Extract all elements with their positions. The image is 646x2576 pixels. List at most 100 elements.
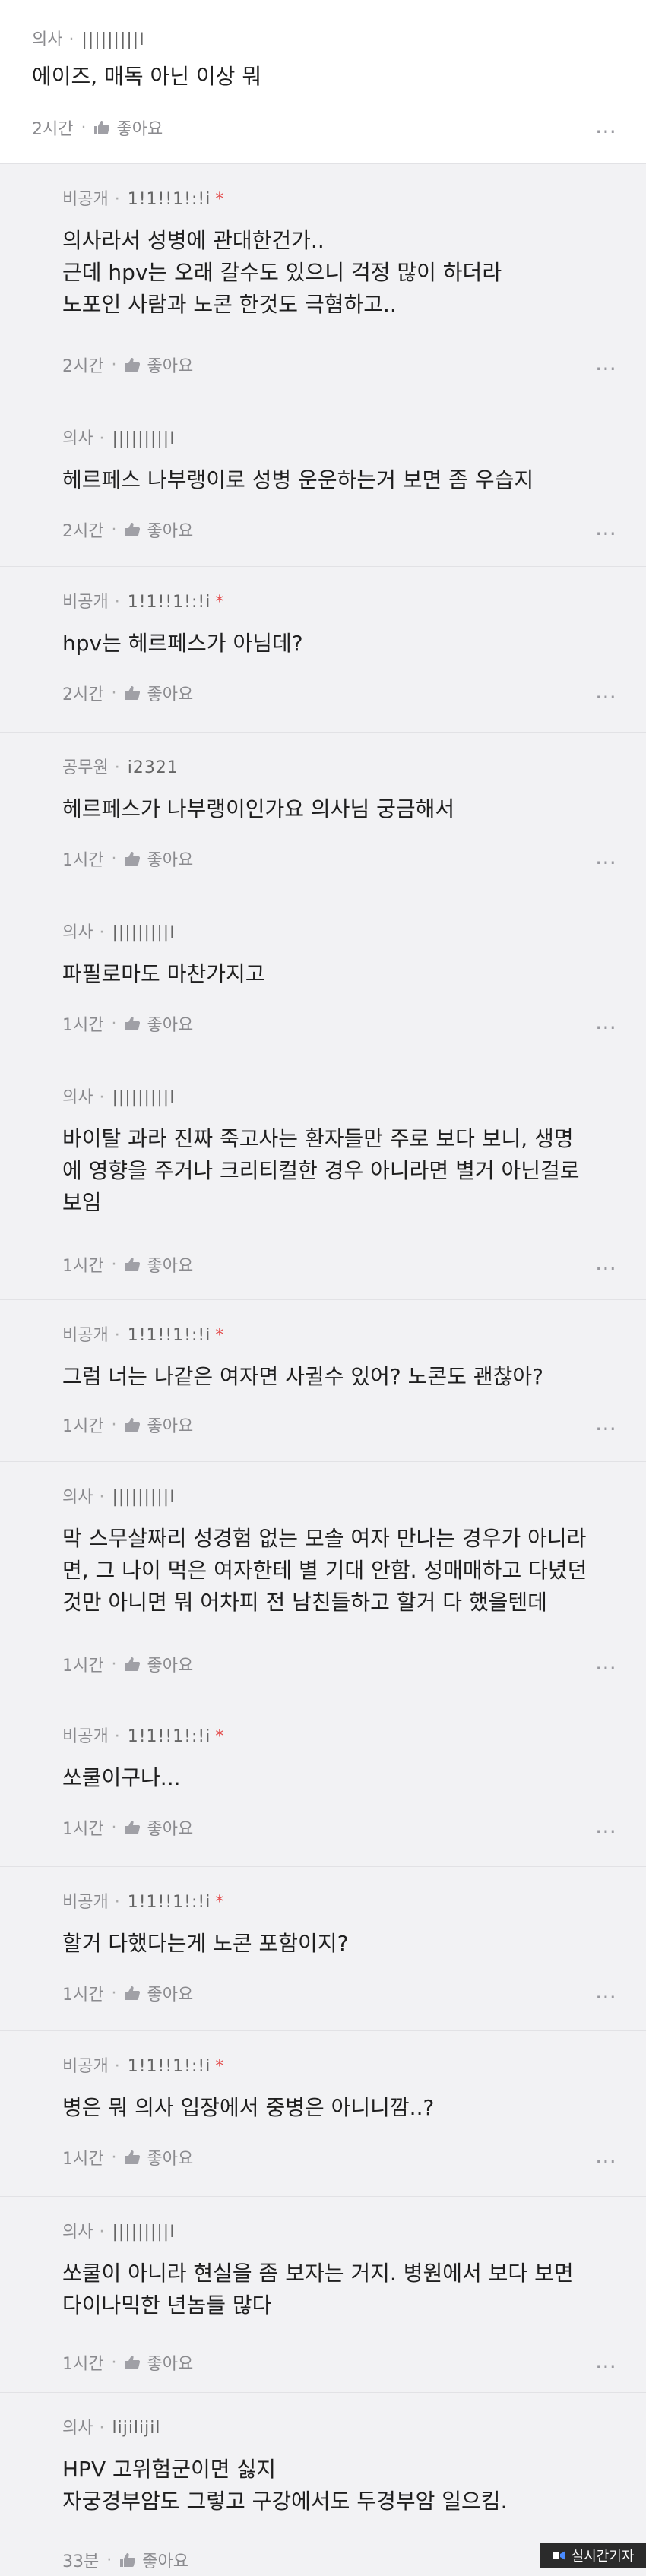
author-job: 의사 xyxy=(62,923,93,942)
like-button[interactable]: 좋아요 xyxy=(124,1252,193,1277)
like-button[interactable]: 좋아요 xyxy=(124,2145,193,2169)
more-options-icon[interactable]: ⋯ xyxy=(595,521,619,546)
like-button[interactable]: 좋아요 xyxy=(124,1981,193,2005)
more-options-icon[interactable]: ⋯ xyxy=(595,1984,619,2009)
more-options-icon[interactable]: ⋯ xyxy=(595,684,619,709)
like-button[interactable]: 좋아요 xyxy=(124,681,193,705)
comment-body: 바이탈 과라 진짜 죽고사는 환자들만 주로 보다 보니, 생명 에 영향을 주거… xyxy=(62,1123,600,1219)
comment-text-line: 에 영향을 주거나 크리티컬한 경우 아니라면 별거 아닌걸로 xyxy=(62,1158,580,1183)
thumbs-up-icon xyxy=(125,1986,141,2000)
more-options-icon[interactable]: ⋯ xyxy=(595,1818,619,1843)
comment-text-line: 것만 아니면 뭐 어차피 전 남친들하고 할거 다 했을텐데 xyxy=(62,1590,547,1615)
comment-time: 1시간 xyxy=(62,1657,104,1676)
author-nickname[interactable]: 1!1!!1!:!i xyxy=(128,190,211,209)
broadcast-icon xyxy=(552,2551,565,2560)
author-nickname[interactable]: 1!1!!1!:!i xyxy=(128,1727,211,1746)
author-nickname[interactable]: 1!1!!1!:!i xyxy=(128,593,211,612)
like-button[interactable]: 좋아요 xyxy=(124,353,193,377)
comment-footer: 1시간 · 좋아요 xyxy=(62,1252,193,1277)
author-job: 비공개 xyxy=(62,593,109,612)
comment-meta: 의사 · |||||||||I xyxy=(62,2218,180,2242)
meta-separator: · xyxy=(111,520,117,540)
meta-separator: · xyxy=(111,849,117,869)
comment-meta: 비공개 · 1!1!!1!:!i * xyxy=(62,588,223,612)
like-label: 좋아요 xyxy=(147,1820,194,1839)
like-button[interactable]: 좋아요 xyxy=(124,1011,193,1036)
comment-time: 2시간 xyxy=(32,120,74,139)
comment-time: 1시간 xyxy=(62,1257,104,1276)
more-options-icon[interactable]: ⋯ xyxy=(595,1255,619,1280)
like-button[interactable]: 좋아요 xyxy=(119,2548,188,2572)
comment-text-line: 쏘쿨이구나... xyxy=(62,1765,181,1790)
more-options-icon[interactable]: ⋯ xyxy=(595,850,619,875)
more-options-icon[interactable]: ⋯ xyxy=(595,2353,619,2378)
comment-body: HPV 고위험군이면 싫지 자궁경부암도 그렇고 구강에서도 두경부암 일으킴. xyxy=(62,2454,600,2517)
meta-separator: · xyxy=(111,1014,117,1033)
author-job: 의사 xyxy=(62,2419,93,2438)
meta-separator: · xyxy=(114,1727,120,1746)
comment-footer: 1시간 · 좋아요 xyxy=(62,1981,193,2005)
comment-text-line: 에이즈, 매독 아닌 이상 뭐 xyxy=(32,64,262,89)
comment-text-line: 파필로마도 마찬가지고 xyxy=(62,961,265,986)
author-nickname[interactable]: |||||||||I xyxy=(112,2223,175,2242)
author-job: 의사 xyxy=(62,2223,93,2242)
author-nickname[interactable]: |||||||||I xyxy=(112,923,175,942)
comment-meta: 의사 · |||||||||I xyxy=(62,1084,180,1108)
author-nickname[interactable]: |||||||||I xyxy=(112,1088,175,1107)
comment-footer: 1시간 · 좋아요 xyxy=(62,2350,193,2375)
comment-text-line: 쏘쿨이 아니라 현실을 좀 보자는 거지. 병원에서 보다 보면 xyxy=(62,2261,574,2286)
comment-meta: 공무원 · i2321 xyxy=(62,754,183,778)
author-nickname[interactable]: 1!1!!1!:!i xyxy=(128,2057,211,2076)
comment-body: 헤르페스가 나부랭이인가요 의사님 궁금해서 xyxy=(62,793,600,825)
comment-text-line: 면, 그 나이 먹은 여자한테 별 기대 안함. 성매매하고 다녔던 xyxy=(62,1558,587,1583)
comment-meta: 비공개 · 1!1!!1!:!i * xyxy=(62,1321,223,1346)
author-nickname[interactable]: i2321 xyxy=(128,758,179,777)
meta-separator: · xyxy=(114,1893,120,1912)
comment-footer: 1시간 · 좋아요 xyxy=(62,2145,193,2169)
comment-footer: 2시간 · 좋아요 xyxy=(62,681,193,705)
comment-text-line: 막 스무살짜리 성경험 없는 모솔 여자 만나는 경우가 아니라 xyxy=(62,1526,587,1551)
meta-separator: · xyxy=(99,2419,105,2438)
thumbs-up-icon xyxy=(125,2356,141,2369)
more-options-icon[interactable]: ⋯ xyxy=(595,119,619,144)
like-label: 좋아요 xyxy=(147,685,194,704)
author-job: 비공개 xyxy=(62,1326,109,1345)
like-button[interactable]: 좋아요 xyxy=(124,1652,193,1676)
author-job: 비공개 xyxy=(62,1893,109,1912)
comment-footer: 1시간 · 좋아요 xyxy=(62,1815,193,1840)
like-button[interactable]: 좋아요 xyxy=(124,1413,193,1437)
like-button[interactable]: 좋아요 xyxy=(124,2350,193,2375)
meta-separator: · xyxy=(111,1654,117,1674)
more-options-icon[interactable]: ⋯ xyxy=(595,1416,619,1441)
thumbs-up-icon xyxy=(125,686,141,700)
author-nickname[interactable]: |||||||||I xyxy=(81,30,144,49)
more-options-icon[interactable]: ⋯ xyxy=(595,1655,619,1680)
like-label: 좋아요 xyxy=(147,1986,194,2005)
comment-text-line: 할거 다했다는게 노콘 포함이지? xyxy=(62,1931,349,1956)
author-nickname[interactable]: 1!1!!1!:!i xyxy=(128,1326,211,1345)
more-options-icon[interactable]: ⋯ xyxy=(595,356,619,381)
like-button[interactable]: 좋아요 xyxy=(124,847,193,871)
author-job: 의사 xyxy=(32,30,63,49)
meta-separator: · xyxy=(114,2057,120,2076)
like-label: 좋아요 xyxy=(147,1417,194,1436)
comment-meta: 의사 · |||||||||I xyxy=(62,919,180,943)
like-button[interactable]: 좋아요 xyxy=(93,116,163,140)
like-button[interactable]: 좋아요 xyxy=(124,1815,193,1840)
like-button[interactable]: 좋아요 xyxy=(124,517,193,542)
author-nickname[interactable]: lijilijil xyxy=(112,2419,160,2438)
author-nickname[interactable]: |||||||||I xyxy=(112,429,175,448)
watermark-text: 실시간기자 xyxy=(571,2549,635,2565)
comment-time: 1시간 xyxy=(62,1820,104,1839)
more-options-icon[interactable]: ⋯ xyxy=(595,1014,619,1040)
meta-separator: · xyxy=(106,2550,112,2570)
more-options-icon[interactable]: ⋯ xyxy=(595,2148,619,2173)
author-nickname[interactable]: 1!1!!1!:!i xyxy=(128,1893,211,1912)
new-badge: * xyxy=(215,1893,224,1912)
author-nickname[interactable]: |||||||||I xyxy=(112,1488,175,1507)
comment-footer: 1시간 · 좋아요 xyxy=(62,1011,193,1036)
comment-item: 비공개 · 1!1!!1!:!i * 쏘쿨이구나... 1시간 · 좋아요 ⋯ xyxy=(0,1701,646,1866)
comment-item: 의사 · |||||||||I 에이즈, 매독 아닌 이상 뭐 2시간 · 좋아요 … xyxy=(0,0,646,163)
meta-separator: · xyxy=(99,1088,105,1107)
comment-body: 쏘쿨이 아니라 현실을 좀 보자는 거지. 병원에서 보다 보면 다이나믹한 년놈… xyxy=(62,2258,600,2321)
